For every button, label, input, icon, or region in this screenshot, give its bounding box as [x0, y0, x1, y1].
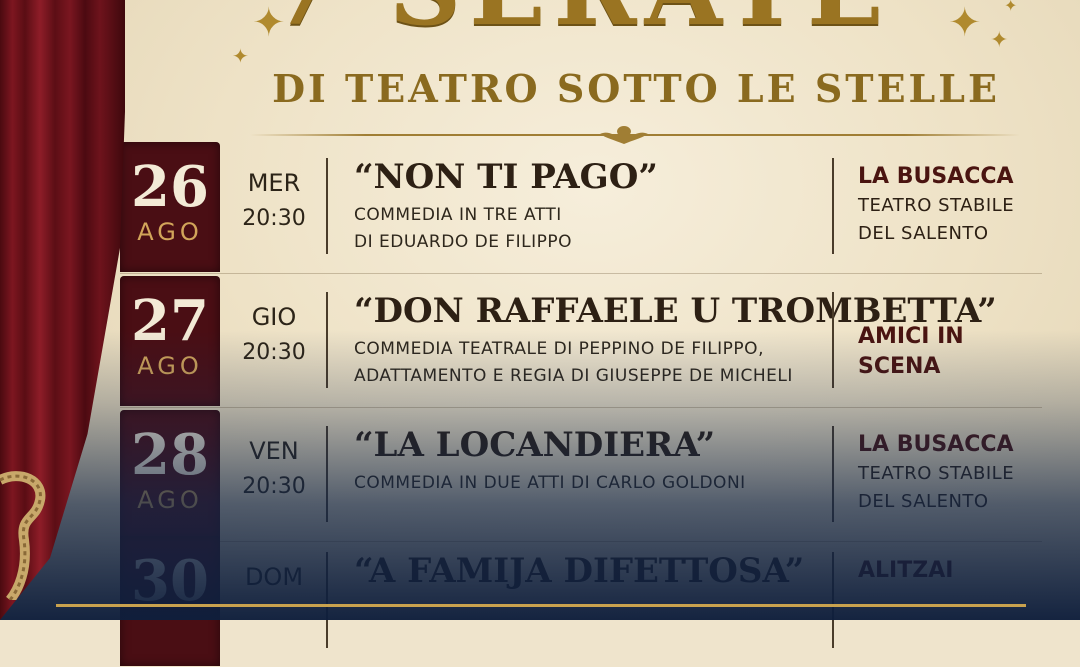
play-description: COMMEDIA IN TRE ATTI: [354, 205, 562, 225]
play-description: DI EDUARDO DE FILIPPO: [354, 232, 572, 252]
play-description: ADATTAMENTO E REGIA DI GIUSEPPE DE MICHE…: [354, 366, 793, 386]
event-weekday: MER: [247, 169, 301, 197]
event-time: 20:30: [242, 206, 306, 231]
event-month: AGO: [137, 352, 203, 380]
separator: [832, 552, 834, 648]
separator: [326, 158, 328, 254]
star-icon: ✦: [1004, 0, 1018, 15]
event-month: AGO: [137, 218, 203, 246]
company-info: ALITZAI: [858, 556, 1048, 586]
event-month: AGO: [137, 486, 203, 514]
company-subtitle: DEL SALENTO: [858, 223, 989, 244]
event-day: 30: [131, 548, 209, 614]
play-title: “DON RAFFAELE U TROMBETTA”: [354, 291, 997, 331]
play-info: “A FAMIJA DIFETTOSA”: [354, 550, 834, 592]
company-info: AMICI IN SCENA: [858, 322, 1048, 382]
separator: [326, 426, 328, 522]
event-row: 26 AGO MER 20:30 “NON TI PAGO” COMMEDIA …: [120, 140, 1042, 274]
separator: [326, 552, 328, 648]
weekday-time: MER 20:30: [234, 168, 314, 234]
play-info: “NON TI PAGO” COMMEDIA IN TRE ATTI DI ED…: [354, 156, 834, 256]
page-title: 7 SERATE: [230, 0, 930, 48]
event-time: 20:30: [242, 340, 306, 365]
event-time: 20:30: [242, 474, 306, 499]
play-info: “LA LOCANDIERA” COMMEDIA IN DUE ATTI DI …: [354, 424, 834, 497]
weekday-time: VEN 20:30: [234, 436, 314, 502]
bottom-gold-line: [56, 604, 1026, 607]
event-row: 30 DOM “A FAMIJA DIFETTOSA” ALITZAI: [120, 534, 1042, 667]
star-icon: ✦: [948, 0, 982, 46]
separator: [326, 292, 328, 388]
company-name: ALITZAI: [858, 558, 954, 583]
event-row: 27 AGO GIO 20:30 “DON RAFFAELE U TROMBET…: [120, 274, 1042, 408]
company-name: LA BUSACCA: [858, 164, 1014, 189]
weekday-time: DOM: [234, 562, 314, 592]
event-day: 28: [131, 422, 209, 488]
company-subtitle: TEATRO STABILE: [858, 195, 1015, 216]
star-icon: ✦: [990, 28, 1009, 53]
company-name: LA BUSACCA: [858, 432, 1014, 457]
company-name: AMICI IN SCENA: [858, 324, 964, 379]
date-box: 27 AGO: [120, 276, 220, 406]
date-box: 30: [120, 536, 220, 666]
separator: [832, 292, 834, 388]
play-title: “A FAMIJA DIFETTOSA”: [354, 551, 805, 591]
separator: [832, 158, 834, 254]
event-weekday: DOM: [244, 563, 304, 591]
star-icon: ✦: [252, 0, 286, 46]
play-title: “LA LOCANDIERA”: [354, 425, 716, 465]
play-title: “NON TI PAGO”: [354, 157, 658, 197]
event-weekday: VEN: [249, 437, 299, 465]
company-subtitle: TEATRO STABILE: [858, 463, 1015, 484]
rope-tassel-icon: [0, 471, 46, 600]
play-description: COMMEDIA TEATRALE DI PEPPINO DE FILIPPO,: [354, 339, 764, 359]
play-info: “DON RAFFAELE U TROMBETTA” COMMEDIA TEAT…: [354, 290, 997, 390]
company-subtitle: DEL SALENTO: [858, 491, 989, 512]
event-row: 28 AGO VEN 20:30 “LA LOCANDIERA” COMMEDI…: [120, 408, 1042, 542]
star-icon: ✦: [232, 44, 249, 68]
page-subtitle: DI TEATRO SOTTO LE STELLE: [272, 66, 1000, 111]
company-info: LA BUSACCA TEATRO STABILE DEL SALENTO: [858, 430, 1048, 516]
date-box: 28 AGO: [120, 410, 220, 540]
date-box: 26 AGO: [120, 142, 220, 272]
separator: [832, 426, 834, 522]
weekday-time: GIO 20:30: [234, 302, 314, 368]
company-info: LA BUSACCA TEATRO STABILE DEL SALENTO: [858, 162, 1048, 248]
event-day: 26: [131, 154, 209, 220]
event-day: 27: [131, 288, 209, 354]
event-weekday: GIO: [251, 303, 297, 331]
play-description: COMMEDIA IN DUE ATTI DI CARLO GOLDONI: [354, 473, 746, 493]
